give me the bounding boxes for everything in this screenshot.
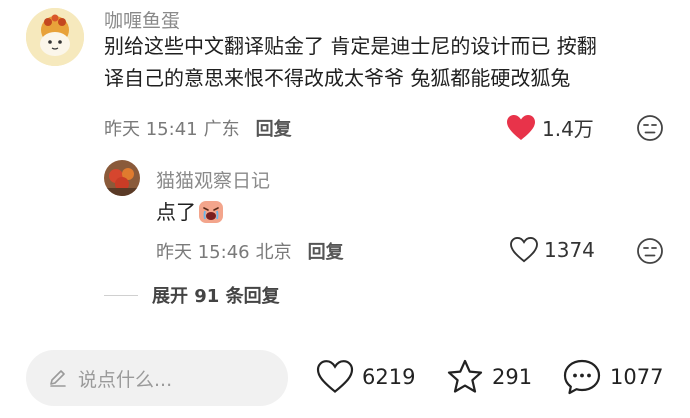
comment-text: 别给这些中文翻译贴金了 肯定是迪士尼的设计而已 按翻 译自己的意思来恨不得改成太… <box>104 30 674 94</box>
avatar-image <box>104 160 140 196</box>
avatar-image <box>26 8 84 66</box>
crying-emoji <box>199 201 223 223</box>
comment-text-line-2: 译自己的意思来恨不得改成太爷爷 兔狐都能硬改狐兔 <box>104 66 571 90</box>
reply-username[interactable]: 猫猫观察日记 <box>156 166 270 193</box>
dislike-face-icon <box>637 115 663 141</box>
comment-like-count: 1.4万 <box>542 117 594 141</box>
heart-filled-icon <box>507 114 535 140</box>
post-favorite-count: 291 <box>492 365 533 389</box>
comment-input[interactable]: 说点什么... <box>26 350 288 406</box>
comment-meta: 昨天 15:41 广东 回复 <box>104 115 292 141</box>
post-like-button[interactable]: 6219 <box>316 360 415 394</box>
comment-input-placeholder: 说点什么... <box>78 368 173 391</box>
post-favorite-button[interactable]: 291 <box>446 358 532 396</box>
comment-reply-button[interactable]: 回复 <box>256 115 292 141</box>
reply-location: 北京 <box>255 242 292 263</box>
chat-bubble-icon <box>563 359 601 395</box>
reply-text-row: 点了 <box>156 196 224 228</box>
expand-replies-label: 展开 91 条回复 <box>152 286 280 307</box>
comment-dislike-button[interactable] <box>636 114 664 142</box>
heart-outline-icon <box>510 237 538 263</box>
reply-time: 昨天 15:46 <box>156 242 250 263</box>
post-comment-count: 1077 <box>610 365 664 389</box>
reply-dislike-button[interactable] <box>636 237 664 265</box>
reply-like-count: 1374 <box>544 238 595 262</box>
comment-time: 昨天 15:41 <box>104 119 198 140</box>
heart-outline-icon <box>316 360 354 393</box>
star-icon <box>447 359 483 393</box>
bottom-action-bar: 说点什么... 6219 291 1077 <box>0 338 690 418</box>
avatar-main-comment[interactable] <box>26 8 84 66</box>
pencil-icon <box>50 370 66 387</box>
expand-replies-button[interactable]: 展开 91 条回复 <box>104 282 280 308</box>
reply-like-button[interactable]: 1374 <box>510 237 595 263</box>
reply-meta: 昨天 15:46 北京 回复 <box>156 238 344 264</box>
post-like-count: 6219 <box>362 365 416 389</box>
dislike-face-icon <box>637 238 663 264</box>
expand-divider <box>104 294 138 296</box>
avatar-reply[interactable] <box>104 160 140 196</box>
reply-reply-button[interactable]: 回复 <box>308 238 344 264</box>
reply-text: 点了 <box>156 200 196 224</box>
comment-like-button[interactable]: 1.4万 <box>506 113 594 142</box>
comment-username[interactable]: 咖喱鱼蛋 <box>104 6 180 33</box>
comment-location: 广东 <box>203 119 240 140</box>
comment-text-line-1: 别给这些中文翻译贴金了 肯定是迪士尼的设计而已 按翻 <box>104 34 597 58</box>
post-comment-button[interactable]: 1077 <box>562 358 663 396</box>
